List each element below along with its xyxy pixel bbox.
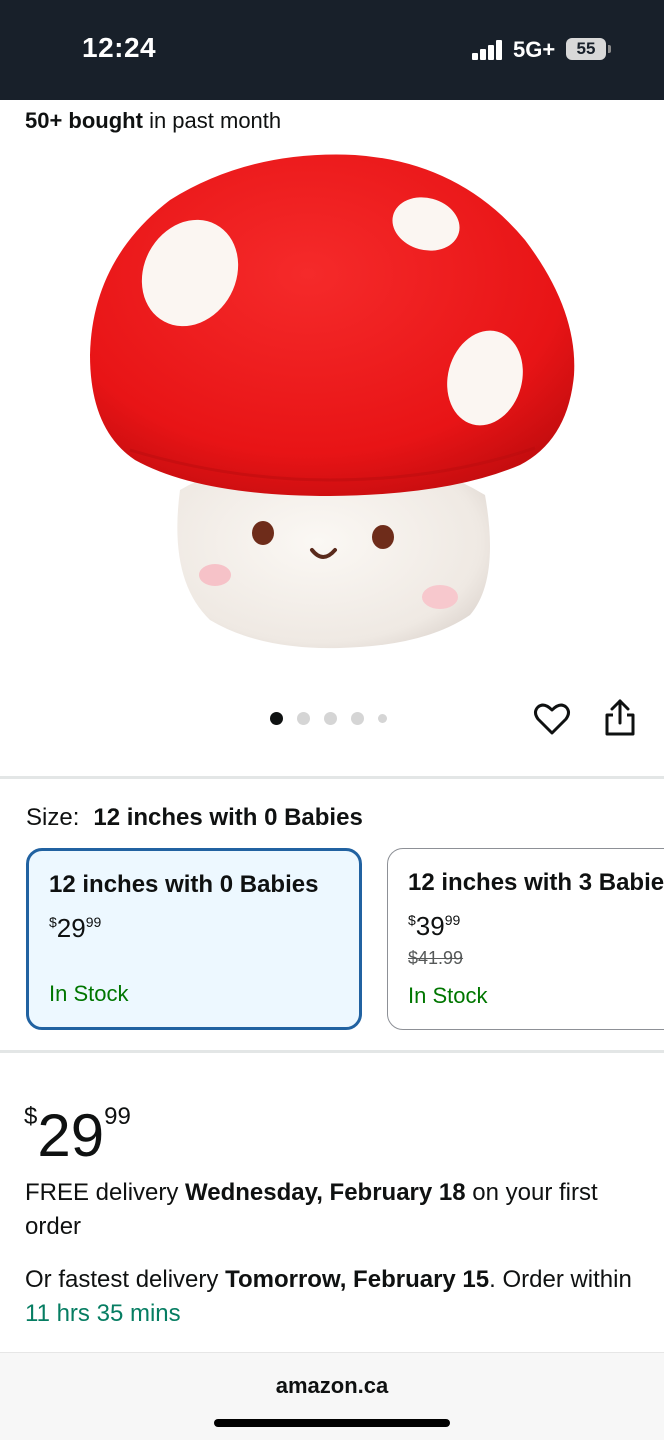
main-price: $2999 — [24, 1102, 131, 1169]
option-price: $2999 — [49, 913, 102, 943]
status-time: 12:24 — [82, 32, 157, 63]
carousel-dots[interactable] — [270, 711, 387, 725]
size-option-selected[interactable]: 12 inches with 0 Babies $2999 In Stock — [26, 848, 362, 1030]
size-option[interactable]: 12 inches with 3 Babies $3999 $41.99 In … — [387, 848, 664, 1030]
size-label: Size: — [26, 804, 80, 831]
option-title: 12 inches with 0 Babies — [49, 871, 319, 898]
domain-label[interactable]: amazon.ca — [0, 1373, 664, 1399]
heart-icon[interactable] — [533, 700, 571, 738]
network-label: 5G+ — [513, 37, 556, 62]
signal-icon — [472, 40, 504, 60]
delivery-countdown: 11 hrs 35 mins — [25, 1300, 181, 1327]
status-bar: 12:24 5G+ 55 — [0, 0, 664, 100]
battery-tip — [608, 45, 611, 53]
section-divider — [0, 776, 664, 779]
carousel-dot[interactable] — [270, 711, 283, 725]
section-divider — [0, 1050, 664, 1053]
option-price: $3999 — [408, 911, 461, 941]
option-title: 12 inches with 3 Babies — [408, 869, 664, 896]
size-selected: 12 inches with 0 Babies — [93, 804, 363, 831]
carousel-dot[interactable] — [351, 711, 364, 725]
carousel-dot[interactable] — [324, 711, 337, 725]
carousel-dot[interactable] — [297, 711, 310, 725]
browser-bar: amazon.ca — [0, 1352, 664, 1440]
carousel-dot[interactable] — [378, 713, 387, 723]
option-stock: In Stock — [408, 983, 488, 1008]
product-image[interactable] — [80, 150, 580, 660]
fast-delivery-text: Or fastest delivery Tomorrow, February 1… — [25, 1266, 632, 1327]
home-indicator[interactable] — [214, 1419, 450, 1427]
bought-count: 50+ bought in past month — [25, 108, 282, 133]
size-row: Size: 12 inches with 0 Babies — [26, 804, 363, 832]
free-delivery-text: FREE delivery Wednesday, February 18 on … — [25, 1179, 598, 1240]
share-icon[interactable] — [602, 697, 638, 739]
option-list-price: $41.99 — [408, 948, 464, 968]
option-stock: In Stock — [49, 981, 129, 1006]
battery-icon: 55 — [566, 38, 606, 60]
